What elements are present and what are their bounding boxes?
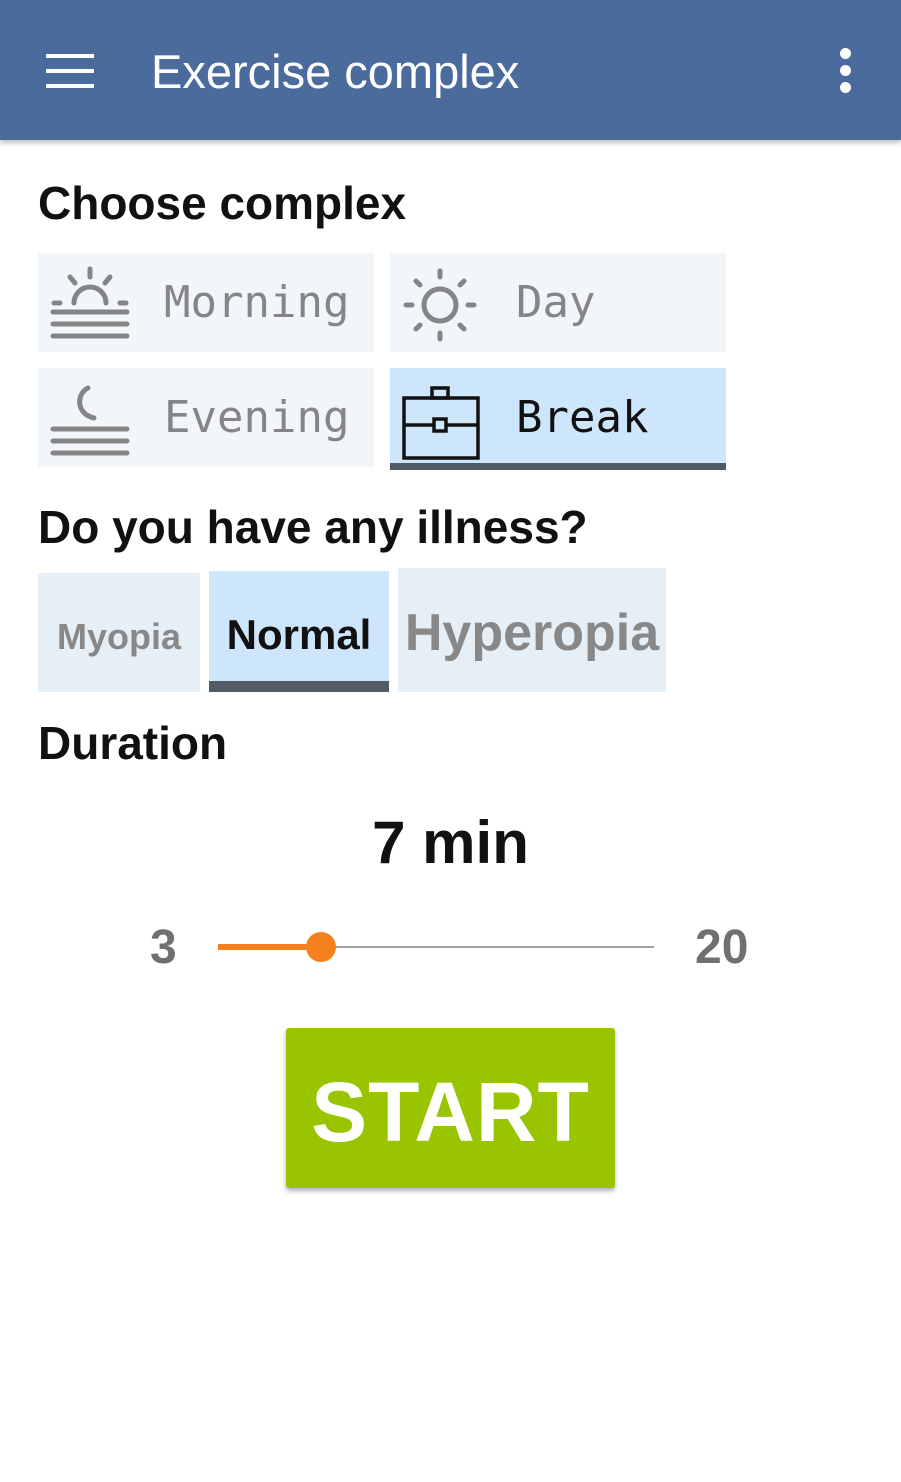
start-button[interactable]: START	[286, 1028, 615, 1188]
illness-option-hyperopia[interactable]: Hyperopia	[398, 568, 666, 692]
complex-option-label: Morning	[164, 277, 350, 328]
hamburger-menu-icon[interactable]	[46, 54, 94, 88]
duration-min-label: 3	[150, 921, 177, 974]
moonset-icon	[50, 385, 130, 456]
sun-icon	[403, 268, 477, 342]
choose-complex-heading: Choose complex	[38, 177, 407, 229]
duration-slider[interactable]	[218, 932, 654, 962]
illness-option-label: Hyperopia	[404, 604, 660, 662]
sunrise-icon	[50, 266, 130, 339]
complex-option-break[interactable]: Break	[390, 368, 726, 470]
complex-option-day[interactable]: Day	[390, 253, 726, 352]
app-bar: Exercise complex	[0, 0, 901, 140]
illness-option-label: Normal	[226, 611, 372, 658]
duration-value: 7 min	[372, 809, 529, 876]
complex-option-morning[interactable]: Morning	[38, 253, 374, 352]
duration-heading: Duration	[38, 717, 228, 769]
app-title: Exercise complex	[151, 45, 520, 98]
briefcase-icon	[402, 386, 480, 460]
duration-slider-thumb[interactable]	[306, 932, 336, 962]
complex-option-label: Day	[516, 277, 596, 328]
complex-option-label: Break	[516, 392, 649, 443]
illness-heading: Do you have any illness?	[38, 501, 588, 553]
complex-option-evening[interactable]: Evening	[38, 368, 374, 467]
illness-option-normal[interactable]: Normal	[209, 571, 389, 692]
illness-option-myopia[interactable]: Myopia	[38, 573, 200, 692]
illness-option-label: Myopia	[56, 616, 181, 657]
complex-option-label: Evening	[164, 392, 350, 443]
duration-max-label: 20	[695, 921, 749, 974]
more-vertical-icon[interactable]	[830, 48, 860, 94]
